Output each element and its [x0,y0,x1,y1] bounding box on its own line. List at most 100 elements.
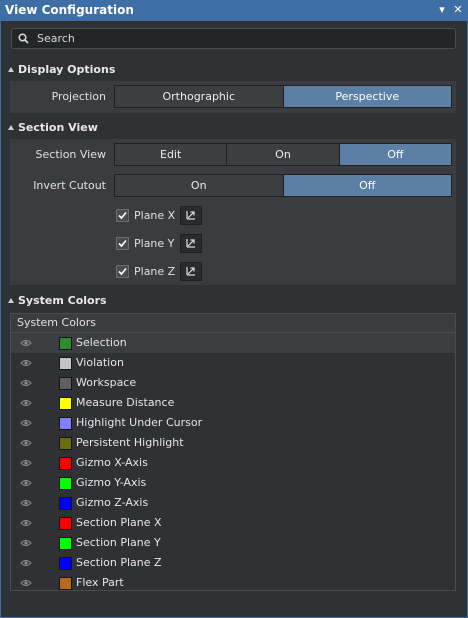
section-view-off-button[interactable]: Off [339,144,451,165]
visibility-eye-icon[interactable] [20,399,32,407]
checkmark-icon [118,211,127,220]
plane-y-label: Plane Y [134,237,175,250]
plane-x-flip-button[interactable] [180,206,202,225]
search-icon [18,33,29,44]
flip-direction-icon [186,267,195,276]
color-row[interactable]: Highlight Under Cursor [11,413,455,433]
panel-title: View Configuration [5,3,134,17]
color-row[interactable]: Section Plane Y [11,533,455,553]
color-name: Gizmo X-Axis [76,456,148,469]
panel-menu-dropdown-icon[interactable]: ▾ [435,3,449,17]
color-swatch[interactable] [59,477,72,490]
color-swatch[interactable] [59,497,72,510]
system-colors-list: System Colors Selection Violation Workspac… [10,313,456,591]
system-colors-header[interactable]: System Colors [8,294,107,307]
color-name: Gizmo Y-Axis [76,476,147,489]
section-view-group: Section View Edit On Off Invert Cutout O… [10,139,456,285]
plane-z-checkbox[interactable] [116,265,129,278]
color-name: Flex Part [76,576,124,589]
plane-z-flip-button[interactable] [180,262,202,281]
color-row[interactable]: Measure Distance [11,393,455,413]
plane-y-checkbox[interactable] [116,237,129,250]
invert-cutout-on-button[interactable]: On [115,175,284,196]
invert-cutout-off-button[interactable]: Off [283,175,451,196]
color-swatch[interactable] [59,397,72,410]
color-row[interactable]: Gizmo Z-Axis [11,493,455,513]
checkmark-icon [118,239,127,248]
color-swatch[interactable] [59,457,72,470]
color-name: Measure Distance [76,396,175,409]
color-swatch[interactable] [59,557,72,570]
projection-perspective-button[interactable]: Perspective [283,86,451,107]
color-name: Section Plane Y [76,536,161,549]
section-view-on-button[interactable]: On [227,144,340,165]
plane-x-checkbox[interactable] [116,209,129,222]
visibility-eye-icon[interactable] [20,539,32,547]
color-swatch[interactable] [59,337,72,350]
collapse-triangle-icon [8,125,14,130]
color-name: Section Plane X [76,516,162,529]
color-row[interactable]: Violation [11,353,455,373]
visibility-eye-icon[interactable] [20,499,32,507]
system-colors-title: System Colors [18,294,107,307]
visibility-eye-icon[interactable] [20,379,32,387]
visibility-eye-icon[interactable] [20,519,32,527]
color-row[interactable]: Workspace [11,373,455,393]
visibility-eye-icon[interactable] [20,479,32,487]
invert-cutout-toggle: On Off [114,174,452,197]
collapse-triangle-icon [8,67,14,72]
projection-toggle: Orthographic Perspective [114,85,452,108]
visibility-eye-icon[interactable] [20,339,32,347]
projection-orthographic-button[interactable]: Orthographic [115,86,284,107]
color-swatch[interactable] [59,517,72,530]
section-view-label: Section View [35,148,106,161]
color-name: Highlight Under Cursor [76,416,203,429]
color-name: Section Plane Z [76,556,162,569]
color-name: Selection [76,336,127,349]
color-swatch[interactable] [59,437,72,450]
visibility-eye-icon[interactable] [20,579,32,587]
color-row[interactable]: Section Plane Z [11,553,455,573]
color-swatch[interactable] [59,357,72,370]
collapse-triangle-icon [8,298,14,303]
visibility-eye-icon[interactable] [20,359,32,367]
display-options-group: Projection Orthographic Perspective [10,81,456,113]
color-swatch[interactable] [59,537,72,550]
color-row[interactable]: Gizmo Y-Axis [11,473,455,493]
color-swatch[interactable] [59,377,72,390]
search-box[interactable] [11,28,456,49]
visibility-eye-icon[interactable] [20,559,32,567]
section-view-toggle: Edit On Off [114,143,452,166]
color-name: Persistent Highlight [76,436,184,449]
section-view-header[interactable]: Section View [8,121,98,134]
color-row[interactable]: Selection [11,333,455,353]
plane-y-flip-button[interactable] [180,234,202,253]
projection-label: Projection [51,90,106,103]
plane-z-label: Plane Z [134,265,176,278]
panel-close-icon[interactable]: ✕ [451,3,465,17]
system-colors-column-header: System Colors [11,314,455,333]
color-row[interactable]: Gizmo X-Axis [11,453,455,473]
color-name: Gizmo Z-Axis [76,496,149,509]
color-name: Workspace [76,376,137,389]
visibility-eye-icon[interactable] [20,459,32,467]
checkmark-icon [118,267,127,276]
display-options-header[interactable]: Display Options [8,63,115,76]
flip-direction-icon [186,239,195,248]
color-swatch[interactable] [59,577,72,590]
visibility-eye-icon[interactable] [20,419,32,427]
plane-x-label: Plane X [134,209,176,222]
invert-cutout-label: Invert Cutout [33,179,106,192]
color-row[interactable]: Section Plane X [11,513,455,533]
panel-title-bar: View Configuration ▾ ✕ [0,0,468,21]
color-row[interactable]: Persistent Highlight [11,433,455,453]
search-input[interactable] [37,30,437,47]
color-row[interactable]: Flex Part [11,573,455,593]
flip-direction-icon [186,211,195,220]
system-colors-column-label: System Colors [17,316,96,329]
color-name: Violation [76,356,124,369]
section-view-title: Section View [18,121,98,134]
color-swatch[interactable] [59,417,72,430]
section-view-edit-button[interactable]: Edit [115,144,228,165]
visibility-eye-icon[interactable] [20,439,32,447]
